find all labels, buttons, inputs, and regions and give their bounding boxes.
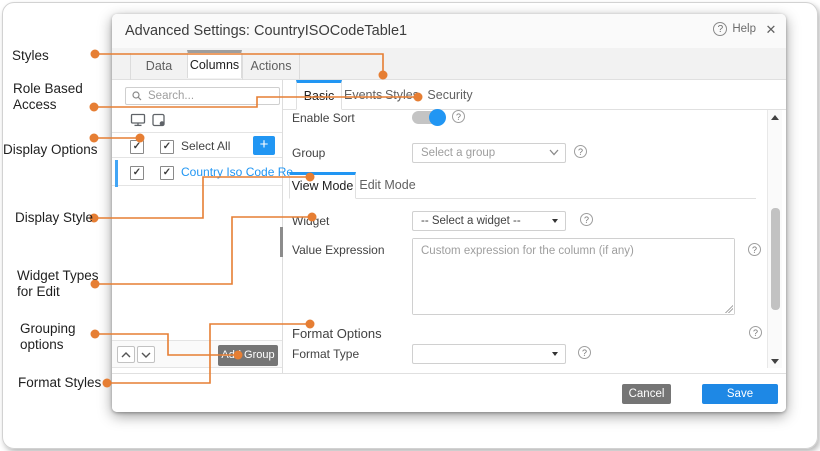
annotation-label-widget-types: Widget Types for Edit bbox=[17, 268, 99, 300]
format-type-select[interactable] bbox=[412, 344, 566, 364]
tab-view-mode[interactable]: View Mode bbox=[289, 172, 356, 199]
format-options-help-icon[interactable]: ? bbox=[749, 326, 762, 339]
scrollbar-thumb[interactable] bbox=[771, 208, 780, 310]
chevron-up-icon bbox=[121, 352, 131, 358]
resize-handle[interactable] bbox=[724, 304, 733, 313]
group-select[interactable]: Select a group bbox=[412, 143, 566, 163]
add-group-button[interactable]: Add Group bbox=[218, 345, 278, 366]
toggle-knob bbox=[429, 109, 446, 126]
annotation-dot bbox=[103, 379, 112, 388]
enable-sort-help-icon[interactable]: ? bbox=[452, 110, 465, 123]
search-input[interactable] bbox=[146, 89, 260, 103]
search-icon bbox=[132, 91, 142, 101]
value-expression-help-icon[interactable]: ? bbox=[748, 243, 761, 256]
dialog-content: ✓ ✓ Select All + ✓ ✓ Country Iso Code Re… bbox=[112, 80, 786, 373]
move-down-button[interactable] bbox=[137, 346, 155, 363]
dialog-title: Advanced Settings: CountryISOCodeTable1 bbox=[125, 23, 407, 39]
group-help-icon[interactable]: ? bbox=[574, 145, 587, 158]
select-all-row[interactable]: ✓ ✓ Select All + bbox=[112, 133, 282, 158]
column-search[interactable] bbox=[125, 87, 280, 105]
column-checkbox-2[interactable]: ✓ bbox=[160, 166, 174, 180]
save-button[interactable]: Save bbox=[702, 384, 778, 404]
dialog-footer: Cancel Save bbox=[112, 373, 786, 412]
annotation-dot bbox=[90, 103, 99, 112]
annotation-label-format-styles: Format Styles bbox=[18, 375, 101, 391]
help-label: Help bbox=[732, 23, 756, 35]
widget-label: Widget bbox=[292, 214, 329, 228]
value-expression-input[interactable] bbox=[413, 239, 734, 314]
advanced-settings-dialog: Advanced Settings: CountryISOCodeTable1 … bbox=[112, 14, 786, 412]
select-all-checkbox-1[interactable]: ✓ bbox=[130, 140, 144, 154]
annotation-dot bbox=[91, 50, 100, 59]
widget-select[interactable]: -- Select a widget -- bbox=[412, 211, 566, 231]
mode-tab-bar: View Mode Edit Mode bbox=[289, 172, 756, 199]
tab-styles[interactable]: Styles bbox=[382, 80, 422, 110]
chevron-down-icon bbox=[549, 149, 559, 156]
value-expression-label: Value Expression bbox=[292, 243, 385, 257]
chevron-down-icon bbox=[141, 352, 151, 358]
scroll-up-arrow-icon[interactable] bbox=[768, 110, 782, 124]
tab-security[interactable]: Security bbox=[424, 80, 476, 110]
tab-events[interactable]: Events bbox=[344, 80, 380, 110]
screenshot-page: Advanced Settings: CountryISOCodeTable1 … bbox=[0, 0, 820, 451]
main-tab-bar: Data Table Columns Actions bbox=[112, 48, 786, 80]
mobile-icon[interactable] bbox=[151, 113, 167, 127]
selected-indicator-bar bbox=[115, 160, 118, 187]
scrollbar[interactable] bbox=[767, 110, 782, 368]
annotation-label-display-style: Display Style bbox=[15, 210, 93, 226]
dialog-title-bar: Advanced Settings: CountryISOCodeTable1 … bbox=[112, 14, 786, 48]
columns-list-panel: ✓ ✓ Select All + ✓ ✓ Country Iso Code Re… bbox=[112, 80, 283, 373]
tab-edit-mode[interactable]: Edit Mode bbox=[356, 172, 419, 199]
list-footer: Add Group bbox=[112, 340, 282, 368]
desktop-icon[interactable] bbox=[130, 113, 146, 127]
help-button[interactable]: ? Help bbox=[713, 22, 756, 36]
annotation-label-styles: Styles bbox=[12, 48, 49, 64]
tab-columns[interactable]: Columns bbox=[187, 50, 242, 78]
tab-actions[interactable]: Actions bbox=[242, 53, 300, 80]
annotation-label-display-options: Display Options bbox=[3, 142, 98, 158]
enable-sort-toggle[interactable] bbox=[412, 110, 444, 125]
enable-sort-label: Enable Sort bbox=[292, 111, 355, 125]
close-icon[interactable]: ✕ bbox=[764, 22, 778, 38]
annotation-label-grouping-options: Grouping options bbox=[20, 321, 76, 353]
plus-icon: + bbox=[260, 136, 269, 153]
cancel-button[interactable]: Cancel bbox=[622, 384, 671, 404]
group-select-value: Select a group bbox=[421, 147, 495, 159]
column-checkbox-1[interactable]: ✓ bbox=[130, 166, 144, 180]
tab-basic[interactable]: Basic bbox=[296, 80, 342, 110]
widget-select-value: -- Select a widget -- bbox=[421, 215, 521, 227]
dropdown-arrow-icon bbox=[552, 219, 558, 223]
settings-tab-bar: Basic Events Styles Security bbox=[283, 80, 786, 110]
column-settings-panel: Basic Events Styles Security Enable Sort… bbox=[283, 80, 786, 373]
help-icon: ? bbox=[713, 22, 727, 36]
widget-help-icon[interactable]: ? bbox=[580, 213, 593, 226]
move-up-button[interactable] bbox=[117, 346, 135, 363]
annotation-label-role-based-access: Role Based Access bbox=[13, 81, 83, 113]
tab-data-table[interactable]: Data Table bbox=[130, 53, 187, 80]
scroll-down-arrow-icon[interactable] bbox=[768, 354, 782, 368]
annotation-dot bbox=[91, 330, 100, 339]
select-all-label: Select All bbox=[181, 139, 230, 153]
format-type-label: Format Type bbox=[292, 347, 359, 361]
device-filter-row bbox=[112, 109, 282, 133]
value-expression-field[interactable] bbox=[412, 238, 735, 315]
group-label: Group bbox=[292, 146, 325, 160]
dropdown-arrow-icon bbox=[552, 352, 558, 356]
column-row-country-iso[interactable]: ✓ ✓ Country Iso Code Re... bbox=[112, 158, 282, 186]
format-options-heading: Format Options bbox=[292, 326, 382, 341]
select-all-checkbox-2[interactable]: ✓ bbox=[160, 140, 174, 154]
add-column-button[interactable]: + bbox=[253, 136, 275, 155]
format-type-help-icon[interactable]: ? bbox=[578, 346, 591, 359]
